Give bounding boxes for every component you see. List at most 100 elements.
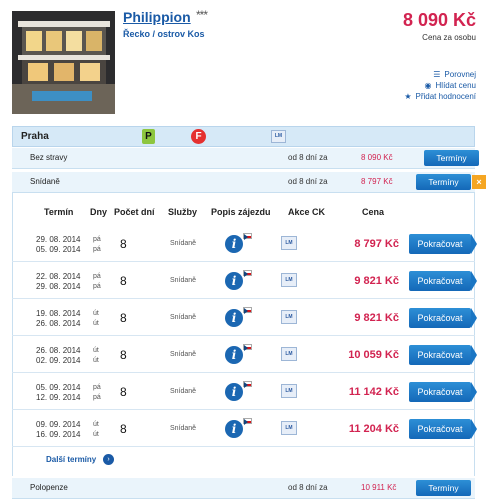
hotel-photo[interactable] (12, 11, 115, 114)
hotel-location[interactable]: Řecko / ostrov Kos (123, 29, 205, 39)
eye-icon: ◉ (424, 80, 432, 90)
header-nights: Počet dní (114, 207, 155, 217)
more-terms-link[interactable]: Další termíny (46, 455, 96, 464)
terminy-button[interactable]: Termíny (416, 174, 471, 190)
board-price: 8 797 Kč (361, 177, 393, 186)
board-name: Bez stravy (30, 153, 68, 162)
nights-count: 8 (120, 237, 127, 251)
czech-flag-icon (243, 344, 252, 351)
board-type: Snídaně (170, 351, 197, 358)
header-action: Akce CK (288, 207, 326, 217)
row-price: 9 821 Kč (354, 275, 399, 287)
board-row-snidane: Snídaně od 8 dní za 8 797 Kč Termíny (12, 172, 475, 193)
czech-flag-icon (243, 307, 252, 314)
czech-flag-icon (243, 381, 252, 388)
table-row: 09. 09. 2014 16. 09. 2014 út út 8 Snídaně … (12, 410, 477, 447)
last-minute-icon: LM (281, 273, 297, 287)
hotel-price: 8 090 Kč (402, 10, 476, 30)
compare-label: Porovnej (444, 69, 476, 79)
board-type: Snídaně (170, 388, 197, 395)
star-icon: ★ (404, 91, 412, 101)
side-links: ☰ Porovnej ◉ Hlídat cenu ★ Přidat hodnoc… (404, 69, 476, 102)
term-dates: 26. 08. 2014 02. 09. 2014 (36, 346, 81, 365)
term-dates: 22. 08. 2014 29. 08. 2014 (36, 272, 81, 291)
terminy-button[interactable]: Termíny (416, 480, 471, 496)
nights-count: 8 (120, 385, 127, 399)
term-dates: 05. 09. 2014 12. 09. 2014 (36, 383, 81, 402)
nights-count: 8 (120, 274, 127, 288)
board-type: Snídaně (170, 314, 197, 321)
last-minute-icon: LM (271, 130, 286, 143)
departure-row: Praha P F LM (12, 126, 475, 147)
table-row: 26. 08. 2014 02. 09. 2014 út út 8 Snídaně … (12, 336, 477, 373)
parking-icon: P (142, 129, 155, 144)
watch-price-label: Hlídat cenu (435, 80, 476, 90)
table-row: 05. 09. 2014 12. 09. 2014 pá pá 8 Snídaně … (12, 373, 477, 410)
continue-button[interactable]: Pokračovat (409, 382, 477, 402)
last-minute-icon: LM (281, 236, 297, 250)
board-type: Snídaně (170, 277, 197, 284)
add-review-link[interactable]: ★ Přidat hodnocení (404, 91, 476, 101)
row-price: 10 059 Kč (348, 349, 399, 361)
header-days: Dny (90, 207, 108, 217)
info-icon[interactable]: i (225, 346, 243, 364)
board-row-bez-stravy: Bez stravy od 8 dní za 8 090 Kč Termíny (12, 148, 479, 169)
header-price: Cena (362, 207, 385, 217)
board-name: Snídaně (30, 177, 60, 186)
header-term: Termín (44, 207, 74, 217)
last-minute-icon: LM (281, 310, 297, 324)
nights-count: 8 (120, 311, 127, 325)
terminy-button[interactable]: Termíny (424, 150, 479, 166)
continue-button[interactable]: Pokračovat (409, 419, 477, 439)
board-price: 10 911 Kč (361, 483, 397, 492)
compare-link[interactable]: ☰ Porovnej (404, 69, 476, 79)
row-price: 8 797 Kč (354, 238, 399, 250)
info-icon[interactable]: i (225, 383, 243, 401)
czech-flag-icon (243, 233, 252, 240)
price-note: Cena za osobu (422, 33, 476, 42)
last-minute-icon: LM (281, 384, 297, 398)
continue-button[interactable]: Pokračovat (409, 271, 477, 291)
fly-icon: F (191, 129, 206, 144)
header-description: Popis zájezdu (211, 207, 271, 217)
term-weekdays: pá pá (93, 236, 101, 253)
czech-flag-icon (243, 418, 252, 425)
info-icon[interactable]: i (225, 309, 243, 327)
info-icon[interactable]: i (225, 420, 243, 438)
last-minute-icon: LM (281, 347, 297, 361)
table-row: 29. 08. 2014 05. 09. 2014 pá pá 8 Snídaně … (12, 225, 477, 262)
board-days: od 8 dní za (288, 153, 328, 162)
hotel-name-link[interactable]: Philippion (123, 9, 191, 25)
table-row: 22. 08. 2014 29. 08. 2014 pá pá 8 Snídaně … (12, 262, 477, 299)
continue-button[interactable]: Pokračovat (409, 308, 477, 328)
board-days: od 8 dní za (288, 177, 328, 186)
term-weekdays: pá pá (93, 384, 101, 401)
close-icon[interactable]: × (472, 175, 486, 189)
row-price: 11 204 Kč (348, 423, 399, 435)
watch-price-link[interactable]: ◉ Hlídat cenu (404, 80, 476, 90)
czech-flag-icon (243, 270, 252, 277)
board-type: Snídaně (170, 425, 197, 432)
add-review-label: Přidat hodnocení (415, 91, 477, 101)
term-weekdays: út út (93, 347, 99, 364)
board-price: 8 090 Kč (361, 153, 393, 162)
hotel-stars: *** (196, 8, 208, 22)
term-dates: 09. 09. 2014 16. 09. 2014 (36, 420, 81, 439)
last-minute-icon: LM (281, 421, 297, 435)
chevron-right-icon[interactable]: › (103, 454, 114, 465)
continue-button[interactable]: Pokračovat (409, 345, 477, 365)
board-name: Polopenze (30, 483, 68, 492)
info-icon[interactable]: i (225, 272, 243, 290)
header-services: Služby (168, 207, 198, 217)
nights-count: 8 (120, 422, 127, 436)
term-weekdays: út út (93, 421, 99, 438)
info-icon[interactable]: i (225, 235, 243, 253)
term-dates: 29. 08. 2014 05. 09. 2014 (36, 235, 81, 254)
board-days: od 8 dní za (288, 483, 328, 492)
continue-button[interactable]: Pokračovat (409, 234, 477, 254)
row-price: 11 142 Kč (348, 386, 399, 398)
table-row: 19. 08. 2014 26. 08. 2014 út út 8 Snídaně … (12, 299, 477, 336)
board-type: Snídaně (170, 240, 197, 247)
departure-city: Praha (21, 131, 49, 142)
row-price: 9 821 Kč (354, 312, 399, 324)
